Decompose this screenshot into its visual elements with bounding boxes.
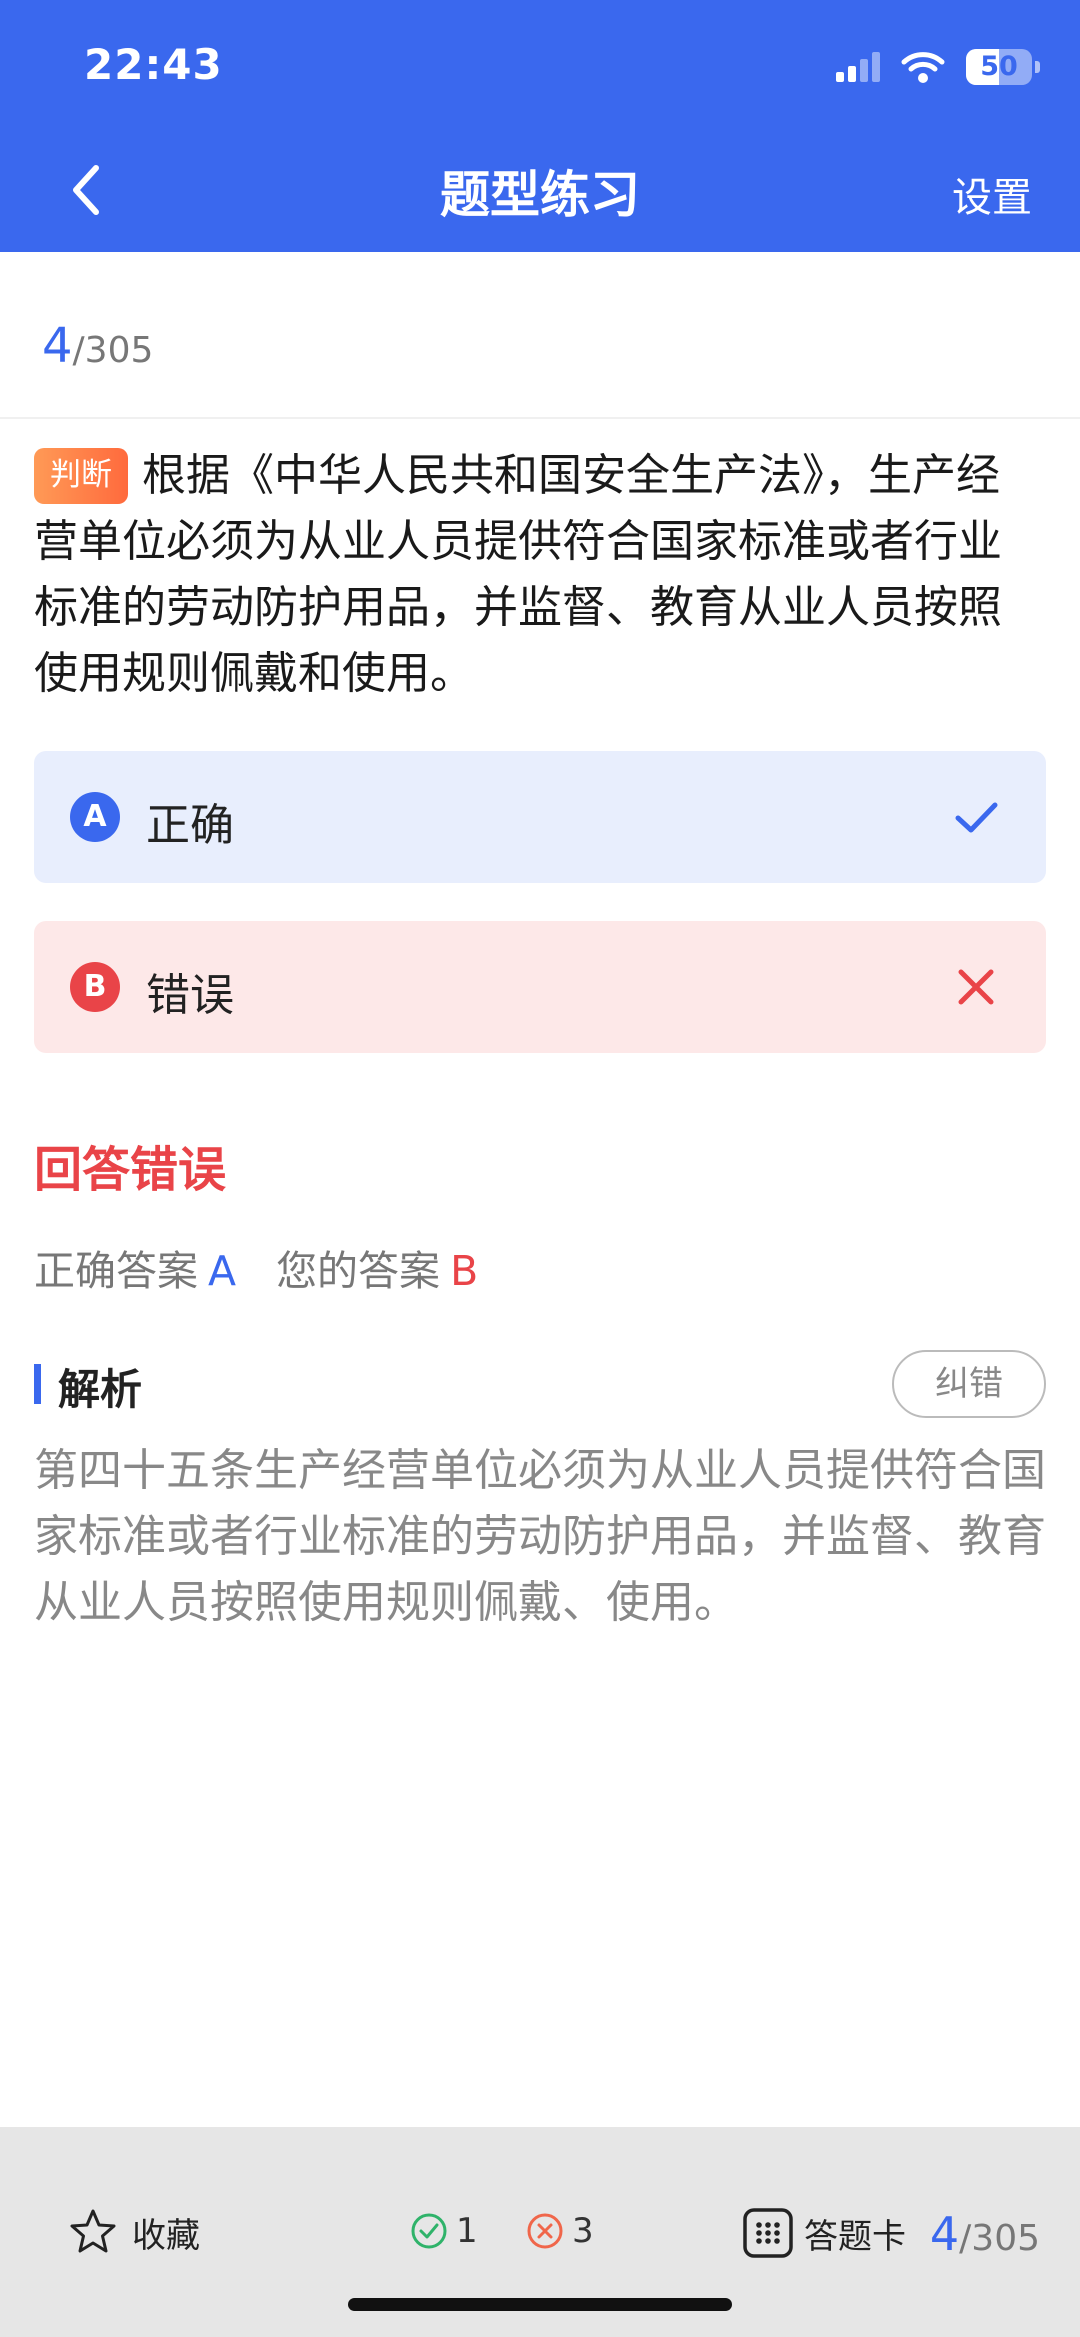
wifi-icon [901, 52, 945, 83]
analysis-accent-bar [34, 1364, 41, 1404]
option-a[interactable]: A 正确 [34, 751, 1046, 883]
option-text: 错误 [146, 970, 234, 1021]
check-icon [955, 802, 998, 833]
result-title: 回答错误 [34, 1142, 227, 1198]
wrong-count-value: 3 [572, 2211, 594, 2251]
favorite-button[interactable]: 收藏 [68, 2207, 200, 2257]
bottom-progress-current: 4 [929, 2207, 960, 2261]
page-title: 题型练习 [440, 166, 640, 224]
grid-icon [743, 2208, 793, 2258]
star-icon [70, 2209, 116, 2253]
status-time: 22:43 [84, 40, 223, 89]
answer-card-button[interactable]: 答题卡 [742, 2207, 906, 2259]
correct-count-value: 1 [456, 2211, 478, 2251]
home-indicator [348, 2298, 732, 2311]
cross-icon [958, 969, 994, 1005]
question-progress: 4/305 [42, 318, 153, 374]
correct-count: 1 [410, 2211, 478, 2251]
option-text: 正确 [146, 800, 234, 851]
divider [0, 417, 1080, 419]
progress-current: 4 [42, 318, 73, 374]
correct-answer-label: 正确答案 [34, 1247, 198, 1295]
battery-level: 50 [980, 51, 1018, 82]
question-type-badge: 判断 [34, 448, 128, 504]
option-b[interactable]: B 错误 [34, 921, 1046, 1053]
app-header: 22:43 50 题型练习 设置 [0, 0, 1080, 252]
your-answer-value: B [450, 1247, 479, 1295]
check-circle-icon [411, 2213, 447, 2249]
progress-total: /305 [72, 330, 154, 371]
answer-summary: 正确答案 A 您的答案 B [34, 1237, 478, 1297]
question-text: 根据《中华人民共和国安全生产法》，生产经营单位必须为从业人员提供符合国家标准或者… [34, 450, 1002, 699]
analysis-title: 解析 [58, 1365, 143, 1414]
battery-tip [1035, 61, 1040, 73]
analysis-text: 第四十五条生产经营单位必须为从业人员提供符合国家标准或者行业标准的劳动防护用品，… [34, 1445, 1046, 1628]
question: 判断 根据《中华人民共和国安全生产法》，生产经营单位必须为从业人员提供符合国家标准… [34, 443, 1034, 707]
battery-icon: 50 [966, 49, 1040, 85]
favorite-label: 收藏 [132, 2215, 200, 2256]
cross-circle-icon [527, 2213, 563, 2249]
option-letter: A [70, 792, 120, 842]
answer-card-label: 答题卡 [804, 2216, 906, 2257]
status-icons: 50 [834, 44, 1040, 90]
bottom-progress-total: /305 [959, 2218, 1040, 2259]
option-letter: B [70, 962, 120, 1012]
signal-icon [836, 52, 880, 82]
bottom-progress: 4/305 [930, 2207, 1040, 2261]
your-answer-label: 您的答案 [276, 1247, 441, 1295]
wrong-count: 3 [526, 2211, 594, 2251]
report-error-button[interactable]: 纠错 [892, 1350, 1046, 1418]
correct-answer-value: A [208, 1247, 237, 1295]
settings-button[interactable]: 设置 [952, 165, 1032, 223]
